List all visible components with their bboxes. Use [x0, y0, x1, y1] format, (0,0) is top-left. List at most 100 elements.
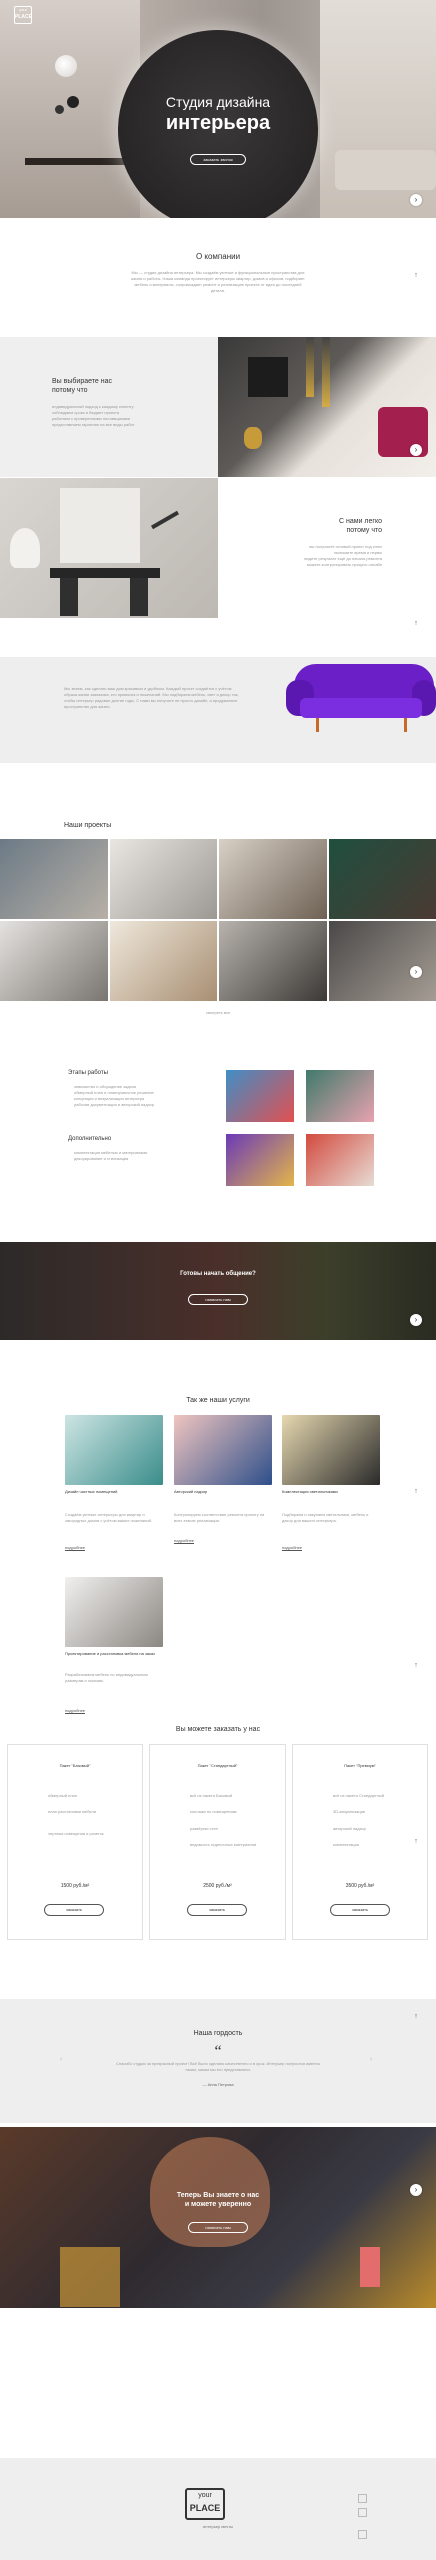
stage-image-1: [226, 1070, 294, 1122]
final-banner-title-line2: и можете уверенно: [184, 2201, 252, 2208]
hero-lamp-large: [55, 55, 77, 77]
pricing-feature: комплектация: [333, 1842, 359, 1847]
contact-banner-next-button[interactable]: ›: [410, 1314, 422, 1326]
easy-title-line1: С нами легко: [339, 518, 382, 525]
hero-sofa: [335, 150, 436, 190]
scroll-up-button[interactable]: ↑: [412, 1838, 420, 1846]
hero-lamp-small-1: [67, 96, 79, 108]
hero-section: your PLACE Студия дизайна интерьера зака…: [0, 0, 436, 218]
footer-logo-top: your: [198, 2492, 212, 2499]
project-thumb[interactable]: [0, 839, 108, 919]
hero-cta-button[interactable]: заказать звонок: [190, 154, 246, 165]
easy-image: [0, 478, 218, 618]
easy-list: вы получаете готовый проект под ключ эко…: [262, 544, 382, 568]
pricing-plan-name: Пакет "Стандартный": [197, 1763, 238, 1768]
choose-list: индивидуальный подход к каждому клиенту …: [52, 404, 162, 428]
pricing-feature: коллажи по помещениям: [190, 1809, 237, 1814]
services-title: Так же наши услуги: [186, 1397, 250, 1404]
service-more-link[interactable]: подробнее: [65, 1708, 86, 1714]
service-image: [65, 1577, 163, 1647]
stages-title: Этапы работы: [68, 1070, 108, 1076]
project-thumb[interactable]: [110, 921, 217, 1001]
service-more-link[interactable]: подробнее: [282, 1545, 303, 1551]
pricing-feature: всё из пакета Базовый: [190, 1793, 233, 1798]
pricing-feature: чертежи освещения и розеток: [48, 1831, 104, 1836]
hero-lamp-small-2: [55, 105, 64, 114]
easy-title-line2: потому что: [346, 527, 382, 534]
choose-item: предоставляем гарантию на все виды работ: [52, 422, 135, 427]
footer-social-icon-1[interactable]: [358, 2494, 367, 2503]
pride-prev-button[interactable]: ‹: [60, 2056, 62, 2063]
scroll-up-button[interactable]: ↑: [412, 272, 420, 280]
footer-logo[interactable]: your PLACE: [185, 2488, 225, 2520]
service-text: Контролируем соответствие ремонта проект…: [174, 1512, 265, 1523]
footer-logo-bottom: PLACE: [189, 2503, 221, 2513]
choose-image: [218, 337, 436, 477]
pricing-order-button[interactable]: заказать: [187, 1904, 247, 1916]
service-image: [65, 1415, 163, 1485]
pricing-feature: обмерный план: [48, 1793, 77, 1798]
stage-image-4: [306, 1134, 374, 1186]
choose-title-line2: потому что: [52, 387, 88, 394]
projects-slider-next-button[interactable]: ›: [410, 966, 422, 978]
choose-slider-next-button[interactable]: ›: [410, 444, 422, 456]
pricing-feature: ведомость отделочных материалов: [190, 1842, 257, 1847]
service-image: [174, 1415, 272, 1485]
stage-item: рабочая документация и авторский надзор: [74, 1102, 154, 1107]
pricing-plan-name: Пакет "Премиум": [344, 1763, 376, 1768]
scroll-up-button[interactable]: ↑: [412, 2013, 420, 2021]
project-thumb[interactable]: [329, 839, 436, 919]
pricing-feature: всё из пакета Стандартный: [333, 1793, 384, 1798]
logo-bottom: PLACE: [15, 14, 32, 20]
about-text: Мы — студия дизайна интерьера. Мы создаё…: [131, 270, 305, 293]
pricing-price: 2500 руб./м²: [203, 1883, 232, 1889]
hero-title-line1: Студия дизайна: [165, 94, 271, 110]
pricing-order-button[interactable]: заказать: [330, 1904, 390, 1916]
project-thumb[interactable]: [219, 921, 327, 1001]
pricing-feature: авторский надзор: [333, 1826, 366, 1831]
stages-extra-list: комплектация мебелью и материалами декор…: [74, 1150, 214, 1162]
contact-banner-title: Готовы начать общение?: [180, 1271, 256, 1277]
pricing-title: Вы можете заказать у нас: [175, 1726, 261, 1733]
footer-social-icon-3[interactable]: [358, 2530, 367, 2539]
sofa-text: Мы знаем, как сделать ваш дом красивым и…: [64, 686, 239, 709]
projects-title: Наши проекты: [64, 822, 112, 829]
projects-more-link[interactable]: смотреть все: [0, 1010, 436, 1016]
project-thumb[interactable]: [110, 839, 217, 919]
project-thumb[interactable]: [0, 921, 108, 1001]
footer-social-icon-2[interactable]: [358, 2508, 367, 2517]
pricing-price: 3500 руб./м²: [345, 1883, 375, 1889]
footer-tagline: интерьер мечты: [203, 2524, 233, 2529]
service-more-link[interactable]: подробнее: [174, 1538, 195, 1544]
final-banner-next-button[interactable]: ›: [410, 2184, 422, 2196]
service-text: Разрабатываем мебель по индивидуальным р…: [65, 1672, 148, 1683]
scroll-up-button[interactable]: ↑: [412, 1488, 420, 1496]
service-more-link[interactable]: подробнее: [65, 1545, 86, 1551]
pricing-feature: план расстановки мебели: [48, 1809, 96, 1814]
pride-title: Наша гордость: [193, 2030, 243, 2037]
project-thumb[interactable]: [329, 921, 436, 1001]
scroll-up-button[interactable]: ↑: [412, 1662, 420, 1670]
project-thumb[interactable]: [219, 839, 327, 919]
choose-title-line1: Вы выбираете нас: [52, 378, 112, 385]
stages-extra-title: Дополнительно: [68, 1136, 112, 1142]
final-banner: [0, 2127, 436, 2308]
pricing-order-button[interactable]: заказать: [44, 1904, 104, 1916]
pride-next-button[interactable]: ›: [370, 2056, 372, 2063]
scroll-up-button[interactable]: ↑: [412, 620, 420, 628]
easy-item: можете контролировать процесс онлайн: [306, 562, 382, 567]
logo[interactable]: your PLACE: [14, 6, 32, 24]
service-name: Проектирование и расстановка мебели на з…: [65, 1651, 155, 1656]
contact-banner-cta-button[interactable]: написать нам: [188, 1294, 248, 1305]
stage-image-2: [306, 1070, 374, 1122]
projects-grid: [0, 839, 436, 1001]
hero-slider-next-button[interactable]: ›: [410, 194, 422, 206]
final-banner-cta-button[interactable]: написать нам: [188, 2222, 248, 2233]
pricing-feature: развёртки стен: [190, 1826, 218, 1831]
pride-text: Спасибо студии за прекрасный проект! Всё…: [116, 2061, 320, 2072]
stages-list: знакомство и обсуждение задачи обмерный …: [74, 1084, 214, 1108]
pricing-plan-name: Пакет "Базовый": [59, 1763, 91, 1768]
service-image: [282, 1415, 380, 1485]
service-text: Подбираем и закупаем светильники, мебель…: [282, 1512, 369, 1523]
pride-author: — Анна Петрова: [202, 2082, 234, 2087]
